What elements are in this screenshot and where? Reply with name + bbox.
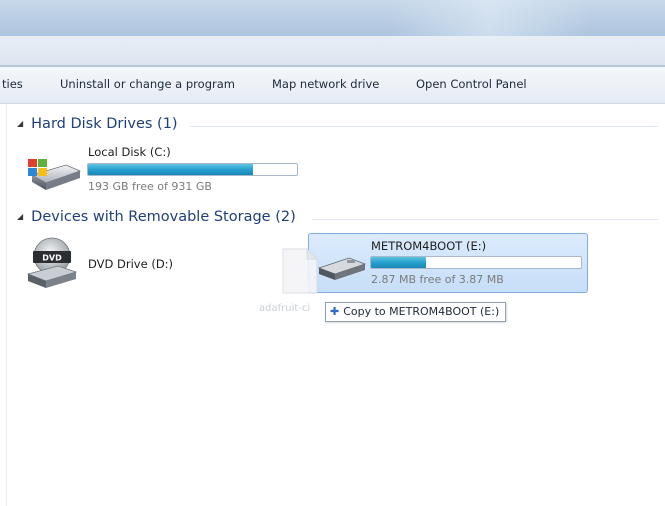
group-divider	[190, 126, 658, 127]
plus-icon: ✚	[330, 305, 340, 318]
drag-copy-tooltip-text: Copy to METROM4BOOT (E:)	[343, 305, 500, 318]
dvd-drive-icon: DVD	[26, 237, 78, 288]
drive-tile-metrom4boot-selected[interactable]: METROM4BOOT (E:) 2.87 MB free of 3.87 MB	[308, 233, 588, 293]
hard-drive-icon	[28, 159, 82, 190]
navigation-pane-edge	[6, 104, 7, 506]
capacity-bar-fill	[371, 257, 426, 268]
command-toolbar: ties Uninstall or change a program Map n…	[0, 67, 665, 104]
group-header-label: Devices with Removable Storage (2)	[31, 209, 296, 225]
title-bar-glow	[390, 0, 590, 36]
drag-copy-tooltip: ✚ Copy to METROM4BOOT (E:)	[325, 302, 507, 322]
capacity-bar-metrom4boot	[370, 256, 582, 269]
capacity-bar-local-disk	[87, 163, 298, 176]
dvd-badge-text: DVD	[42, 254, 62, 263]
toolbar-open-control-panel[interactable]: Open Control Panel	[416, 77, 527, 91]
group-divider	[312, 219, 658, 220]
dragged-file-ghost-icon	[282, 247, 319, 294]
toolbar-uninstall-program[interactable]: Uninstall or change a program	[60, 77, 235, 91]
window-title-bar[interactable]	[0, 0, 665, 36]
usb-drive-icon	[317, 257, 367, 280]
collapse-triangle-icon[interactable]: ◢	[17, 212, 23, 221]
drive-name-metrom4boot: METROM4BOOT (E:)	[371, 239, 487, 253]
drive-name-dvd: DVD Drive (D:)	[88, 257, 174, 271]
group-header-label: Hard Disk Drives (1)	[31, 116, 178, 132]
capacity-bar-fill	[88, 164, 254, 175]
collapse-triangle-icon[interactable]: ◢	[17, 119, 23, 128]
toolbar-system-properties[interactable]: ties	[2, 77, 23, 91]
dragged-file-label: adafruit-ci	[259, 303, 311, 314]
drive-free-space-local-disk: 193 GB free of 931 GB	[88, 180, 212, 193]
address-bar[interactable]	[0, 36, 665, 67]
drive-free-space-metrom4boot: 2.87 MB free of 3.87 MB	[371, 273, 504, 286]
toolbar-map-network-drive[interactable]: Map network drive	[272, 77, 379, 91]
group-header-removable-storage[interactable]: ◢ Devices with Removable Storage (2)	[17, 209, 296, 225]
drive-name-local-disk: Local Disk (C:)	[88, 145, 171, 159]
group-header-hard-disk-drives[interactable]: ◢ Hard Disk Drives (1)	[17, 116, 178, 132]
